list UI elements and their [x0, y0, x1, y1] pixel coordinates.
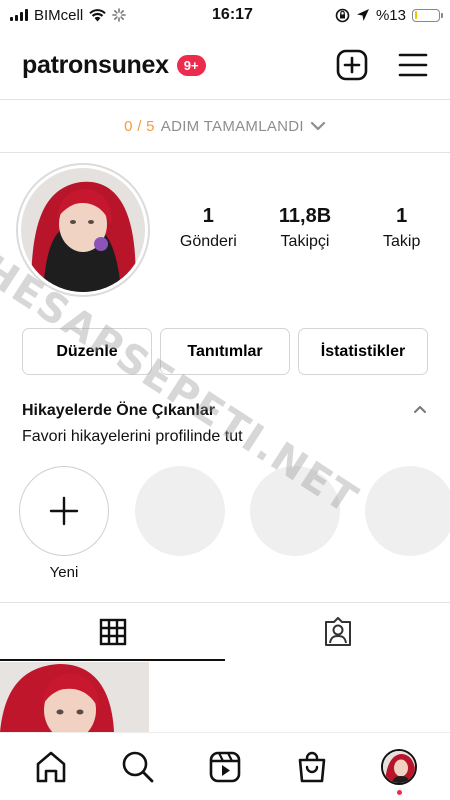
username[interactable]: patronsunex — [22, 51, 169, 80]
grid-icon — [99, 618, 126, 646]
active-tab-indicator — [0, 659, 225, 661]
followers-count: 11,8B — [278, 205, 332, 227]
steps-label: ADIM TAMAMLANDI — [160, 117, 304, 135]
steps-progress[interactable]: 0 / 5 ADIM TAMAMLANDI — [0, 100, 450, 152]
location-arrow-icon — [356, 9, 369, 21]
status-bar: BIMcell 16:17 %13 — [0, 0, 450, 30]
tagged-icon — [324, 617, 351, 646]
menu-icon — [398, 53, 428, 77]
orientation-lock-icon — [335, 8, 350, 22]
profile-header: patronsunex 9+ — [0, 40, 450, 90]
post-thumbnail[interactable] — [0, 662, 149, 732]
battery-fill — [414, 11, 418, 19]
new-highlight-label: Yeni — [49, 564, 79, 581]
status-right: %13 — [335, 6, 443, 24]
content-tabs — [0, 603, 450, 661]
notification-dot — [396, 789, 402, 795]
chevron-down-icon — [310, 121, 326, 131]
following-stat[interactable]: 1 Takip — [353, 205, 450, 251]
loading-spinner-icon — [112, 8, 126, 22]
insights-button[interactable]: İstatistikler — [298, 328, 428, 375]
create-button[interactable] — [336, 49, 368, 81]
nav-shop[interactable] — [282, 737, 342, 797]
followers-stat[interactable]: 11,8B Takipçi — [257, 205, 354, 251]
nav-reels[interactable] — [195, 737, 255, 797]
plus-square-icon — [336, 49, 368, 81]
following-label: Takip — [383, 233, 421, 250]
followers-label: Takipçi — [280, 233, 330, 250]
status-time: 16:17 — [212, 6, 253, 23]
following-count: 1 — [396, 205, 408, 227]
reels-icon — [209, 751, 241, 782]
home-icon — [37, 751, 66, 782]
wifi-icon — [89, 8, 106, 21]
menu-button[interactable] — [398, 52, 428, 78]
highlight-placeholder — [135, 466, 225, 556]
carrier-name: BIMcell — [34, 6, 84, 24]
signal-icon — [10, 9, 28, 21]
battery-percent: %13 — [375, 6, 406, 24]
new-highlight-button[interactable] — [19, 466, 109, 556]
profile-stats: 1 Gönderi 11,8B Takipçi 1 Takip — [160, 205, 450, 251]
steps-divider — [0, 152, 450, 153]
nav-search[interactable] — [108, 737, 168, 797]
notification-badge[interactable]: 9+ — [176, 54, 206, 76]
nav-profile[interactable] — [369, 737, 429, 797]
highlights-collapse-button[interactable] — [412, 402, 428, 420]
tab-tagged[interactable] — [225, 603, 450, 661]
posts-stat[interactable]: 1 Gönderi — [160, 205, 257, 251]
posts-label: Gönderi — [179, 233, 237, 250]
profile-avatar — [380, 748, 417, 785]
plus-icon — [49, 496, 79, 526]
steps-count: 0 / 5 — [124, 117, 155, 135]
bottom-navigation — [0, 732, 450, 800]
highlight-placeholder — [365, 466, 450, 556]
search-icon — [122, 751, 154, 782]
tab-posts-grid[interactable] — [0, 603, 225, 661]
chevron-up-icon — [414, 406, 426, 413]
shop-icon — [298, 751, 326, 782]
nav-home[interactable] — [21, 737, 81, 797]
posts-count: 1 — [202, 205, 214, 227]
battery-icon — [412, 8, 443, 22]
